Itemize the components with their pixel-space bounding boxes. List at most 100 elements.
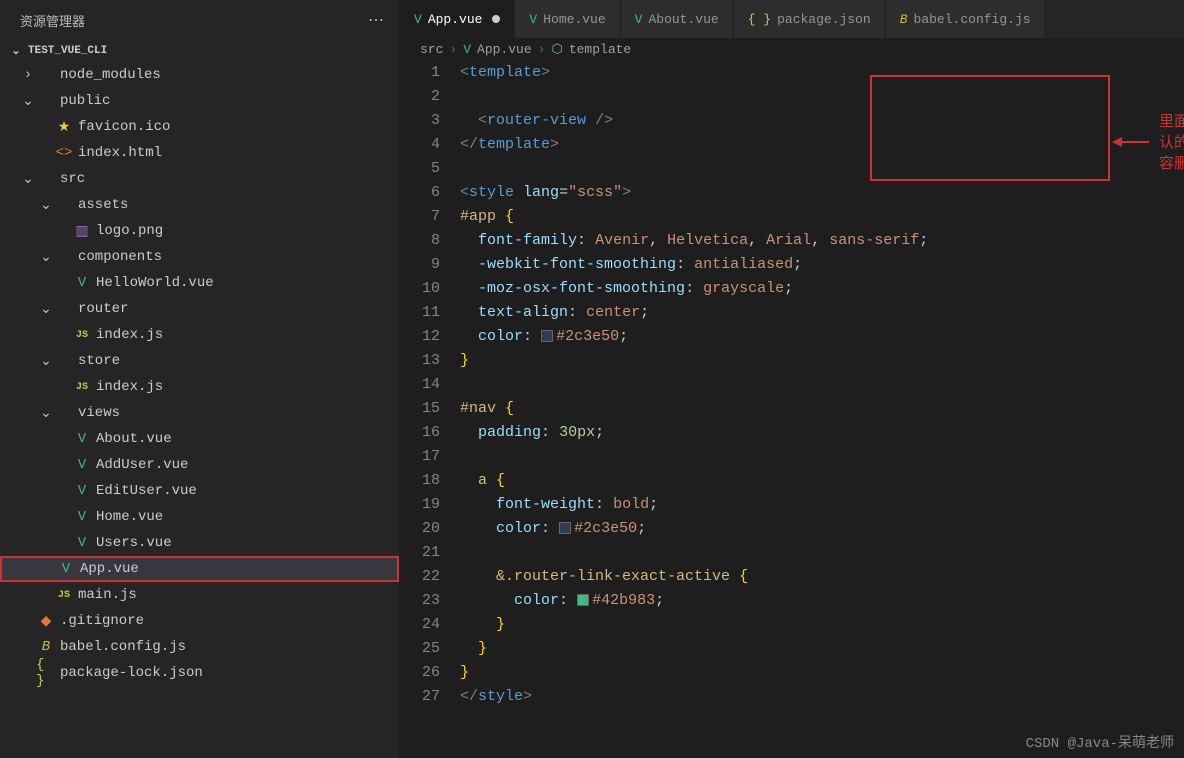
tree-item-label: components — [78, 249, 162, 265]
tree-item[interactable]: ⌄ src — [0, 166, 399, 192]
tree-item-label: .gitignore — [60, 613, 144, 629]
file-icon: JS — [54, 590, 74, 601]
tree-item[interactable]: JS index.js — [0, 374, 399, 400]
breadcrumb[interactable]: src › V App.vue › ⬡ template — [400, 38, 1184, 61]
tree-item[interactable]: VAddUser.vue — [0, 452, 399, 478]
tree-item-label: package-lock.json — [60, 665, 203, 681]
chevron-icon: ⌄ — [20, 171, 36, 188]
file-icon: V — [72, 535, 92, 551]
annotation-arrow: 里面默认的内容删除 — [1120, 110, 1184, 173]
file-icon: V — [72, 457, 92, 473]
tab-label: Home.vue — [543, 12, 605, 27]
tree-item[interactable]: Bbabel.config.js — [0, 634, 399, 660]
tree-item-label: store — [78, 353, 120, 369]
tree-item[interactable]: ▥logo.png — [0, 218, 399, 244]
tab-bar: V App.vue V Home.vue V About.vue { }package.js… — [400, 0, 1184, 38]
tree-item-label: logo.png — [96, 223, 163, 239]
file-icon: <> — [54, 145, 74, 161]
tree-item[interactable]: VAbout.vue — [0, 426, 399, 452]
tree-item-label: views — [78, 405, 120, 421]
chevron-icon: ⌄ — [38, 197, 54, 214]
tree-item[interactable]: ⌄store — [0, 348, 399, 374]
file-icon: ▥ — [72, 223, 92, 240]
tree-item[interactable]: ◆.gitignore — [0, 608, 399, 634]
code-editor[interactable]: 1234567891011121314151617181920212223242… — [400, 61, 1184, 758]
editor-area: V App.vue V Home.vue V About.vue { }package.js… — [400, 0, 1184, 758]
editor-tab[interactable]: Bbabel.config.js — [886, 0, 1046, 38]
file-icon: V — [56, 561, 76, 577]
explorer-sidebar: 资源管理器 ⋯ ⌄ TEST_VUE_CLI ›node_modules⌄pub… — [0, 0, 400, 758]
chevron-icon: ⌄ — [38, 301, 54, 318]
tree-item-label: public — [60, 93, 110, 109]
vue-icon: V — [463, 42, 471, 57]
file-icon: ★ — [54, 119, 74, 136]
tree-item[interactable]: JS main.js — [0, 582, 399, 608]
tree-item[interactable]: VApp.vue — [0, 556, 399, 582]
tree-item-label: App.vue — [80, 561, 139, 577]
tree-item-label: babel.config.js — [60, 639, 186, 655]
section-title: TEST_VUE_CLI — [28, 45, 107, 57]
file-icon: JS — [72, 382, 92, 393]
editor-tab[interactable]: V Home.vue — [515, 0, 620, 38]
editor-tab[interactable]: V About.vue — [621, 0, 734, 38]
watermark: CSDN @Java-呆萌老师 — [1026, 732, 1174, 752]
tree-item-label: index.html — [78, 145, 162, 161]
tree-item-label: About.vue — [96, 431, 172, 447]
tree-item[interactable]: ⌄public — [0, 88, 399, 114]
arrow-line-icon — [1120, 141, 1149, 143]
breadcrumb-sep: › — [449, 42, 457, 57]
chevron-icon: ⌄ — [38, 249, 54, 266]
tree-item[interactable]: ⌄ assets — [0, 192, 399, 218]
file-icon: V — [72, 483, 92, 499]
breadcrumb-sep: › — [538, 42, 546, 57]
tree-item[interactable]: <>index.html — [0, 140, 399, 166]
more-actions-icon[interactable]: ⋯ — [368, 10, 384, 30]
tree-item[interactable]: VEditUser.vue — [0, 478, 399, 504]
file-icon: B — [36, 639, 56, 655]
tree-item-label: Home.vue — [96, 509, 163, 525]
editor-tab[interactable]: { }package.json — [734, 0, 886, 38]
tab-icon: V — [529, 12, 537, 27]
file-icon: V — [72, 431, 92, 447]
tree-item-label: AddUser.vue — [96, 457, 188, 473]
chevron-icon: ⌄ — [38, 405, 54, 422]
tree-item-label: src — [60, 171, 85, 187]
section-header[interactable]: ⌄ TEST_VUE_CLI — [0, 40, 399, 62]
tree-item-label: index.js — [96, 379, 163, 395]
tab-icon: V — [635, 12, 643, 27]
sidebar-title: 资源管理器 — [20, 11, 85, 30]
tree-item[interactable]: ⌄ router — [0, 296, 399, 322]
tree-item[interactable]: VUsers.vue — [0, 530, 399, 556]
file-icon: JS — [72, 330, 92, 341]
tree-item[interactable]: ⌄ components — [0, 244, 399, 270]
tree-item[interactable]: ›node_modules — [0, 62, 399, 88]
editor-tab[interactable]: V App.vue — [400, 0, 515, 38]
tree-item-label: main.js — [78, 587, 137, 603]
chevron-icon: › — [20, 67, 36, 83]
sidebar-header: 资源管理器 ⋯ — [0, 0, 399, 40]
tab-icon: { } — [748, 12, 771, 27]
tree-item[interactable]: ★favicon.ico — [0, 114, 399, 140]
tab-icon: V — [414, 12, 422, 27]
breadcrumb-src: src — [420, 42, 443, 57]
tree-item-label: EditUser.vue — [96, 483, 197, 499]
symbol-icon: ⬡ — [551, 42, 562, 57]
tree-item[interactable]: ⌄ views — [0, 400, 399, 426]
file-icon: { } — [36, 657, 56, 689]
tree-item-label: router — [78, 301, 128, 317]
tree-item-label: assets — [78, 197, 128, 213]
code-content[interactable]: <template> <router-view /></template> <s… — [460, 61, 1184, 758]
tree-item[interactable]: VHelloWorld.vue — [0, 270, 399, 296]
tree-item[interactable]: VHome.vue — [0, 504, 399, 530]
breadcrumb-file: App.vue — [477, 42, 532, 57]
tab-label: About.vue — [648, 12, 718, 27]
file-icon: ◆ — [36, 613, 56, 630]
tree-item-label: Users.vue — [96, 535, 172, 551]
tab-label: babel.config.js — [914, 12, 1031, 27]
file-tree: ›node_modules⌄public★favicon.ico<>index.… — [0, 62, 399, 758]
file-icon: V — [72, 509, 92, 525]
tree-item[interactable]: { }package-lock.json — [0, 660, 399, 686]
tree-item-label: index.js — [96, 327, 163, 343]
tab-label: App.vue — [428, 12, 483, 27]
tree-item[interactable]: JS index.js — [0, 322, 399, 348]
